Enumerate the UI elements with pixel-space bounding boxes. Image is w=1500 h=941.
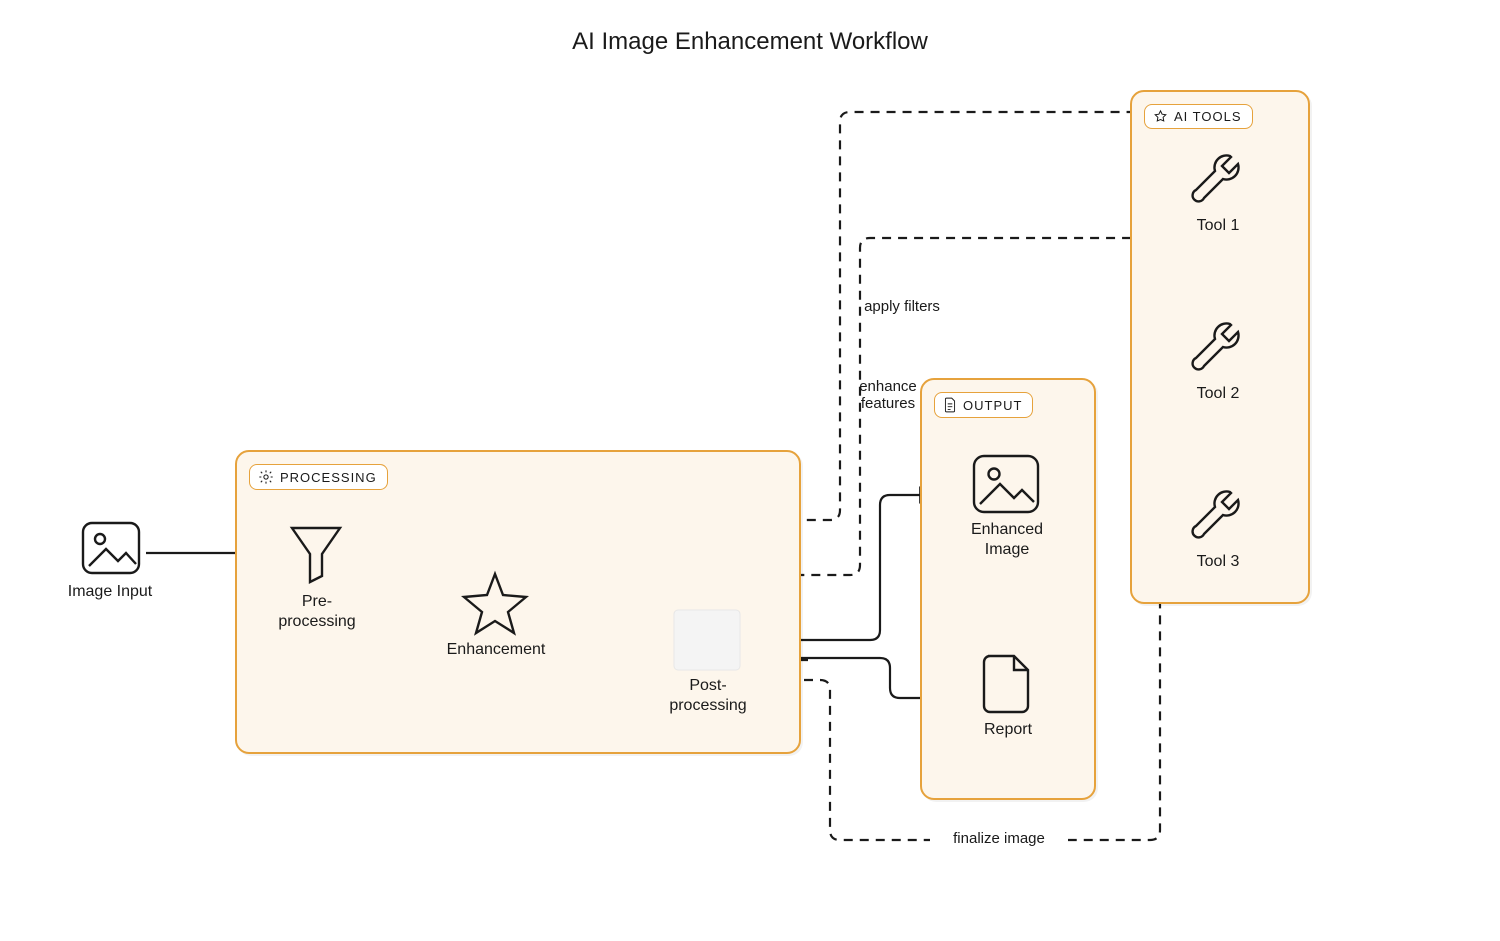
wrench-icon-3 <box>1186 484 1250 548</box>
wrench-icon-2 <box>1186 316 1250 380</box>
document-icon <box>943 397 957 413</box>
node-enhanced-image-label: Enhanced Image <box>944 520 1070 560</box>
group-ai-tools-label: AI TOOLS <box>1144 104 1253 129</box>
wrench-icon-1 <box>1186 148 1250 212</box>
node-tool1-label: Tool 1 <box>1172 216 1264 236</box>
group-processing-label: PROCESSING <box>249 464 388 490</box>
edge-label-enhance-features: enhance features <box>840 378 936 412</box>
enhanced-image-icon <box>970 452 1042 516</box>
star-icon <box>1153 109 1168 124</box>
star-large-icon <box>460 570 530 636</box>
sheet-icon <box>672 608 742 672</box>
funnel-icon <box>288 522 344 586</box>
report-icon <box>978 650 1034 716</box>
image-icon <box>80 520 142 576</box>
node-tool3-label: Tool 3 <box>1172 552 1264 572</box>
group-processing-text: PROCESSING <box>280 470 377 485</box>
node-report-label: Report <box>958 720 1058 740</box>
node-post-processing-label: Post- processing <box>648 676 768 716</box>
diagram-canvas: AI Image Enhancement Workflow <box>0 0 1500 941</box>
group-output-text: OUTPUT <box>963 398 1022 413</box>
diagram-title: AI Image Enhancement Workflow <box>0 28 1500 56</box>
edge-label-apply-filters: apply filters <box>847 298 957 315</box>
group-ai-tools-text: AI TOOLS <box>1174 109 1242 124</box>
node-tool2-label: Tool 2 <box>1172 384 1264 404</box>
node-image-input-label: Image Input <box>60 582 160 602</box>
node-enhancement-label: Enhancement <box>438 640 554 660</box>
node-pre-processing-label: Pre- processing <box>262 592 372 632</box>
edge-label-finalize-image: finalize image <box>930 830 1068 847</box>
group-output-label: OUTPUT <box>934 392 1033 418</box>
gear-icon <box>258 469 274 485</box>
